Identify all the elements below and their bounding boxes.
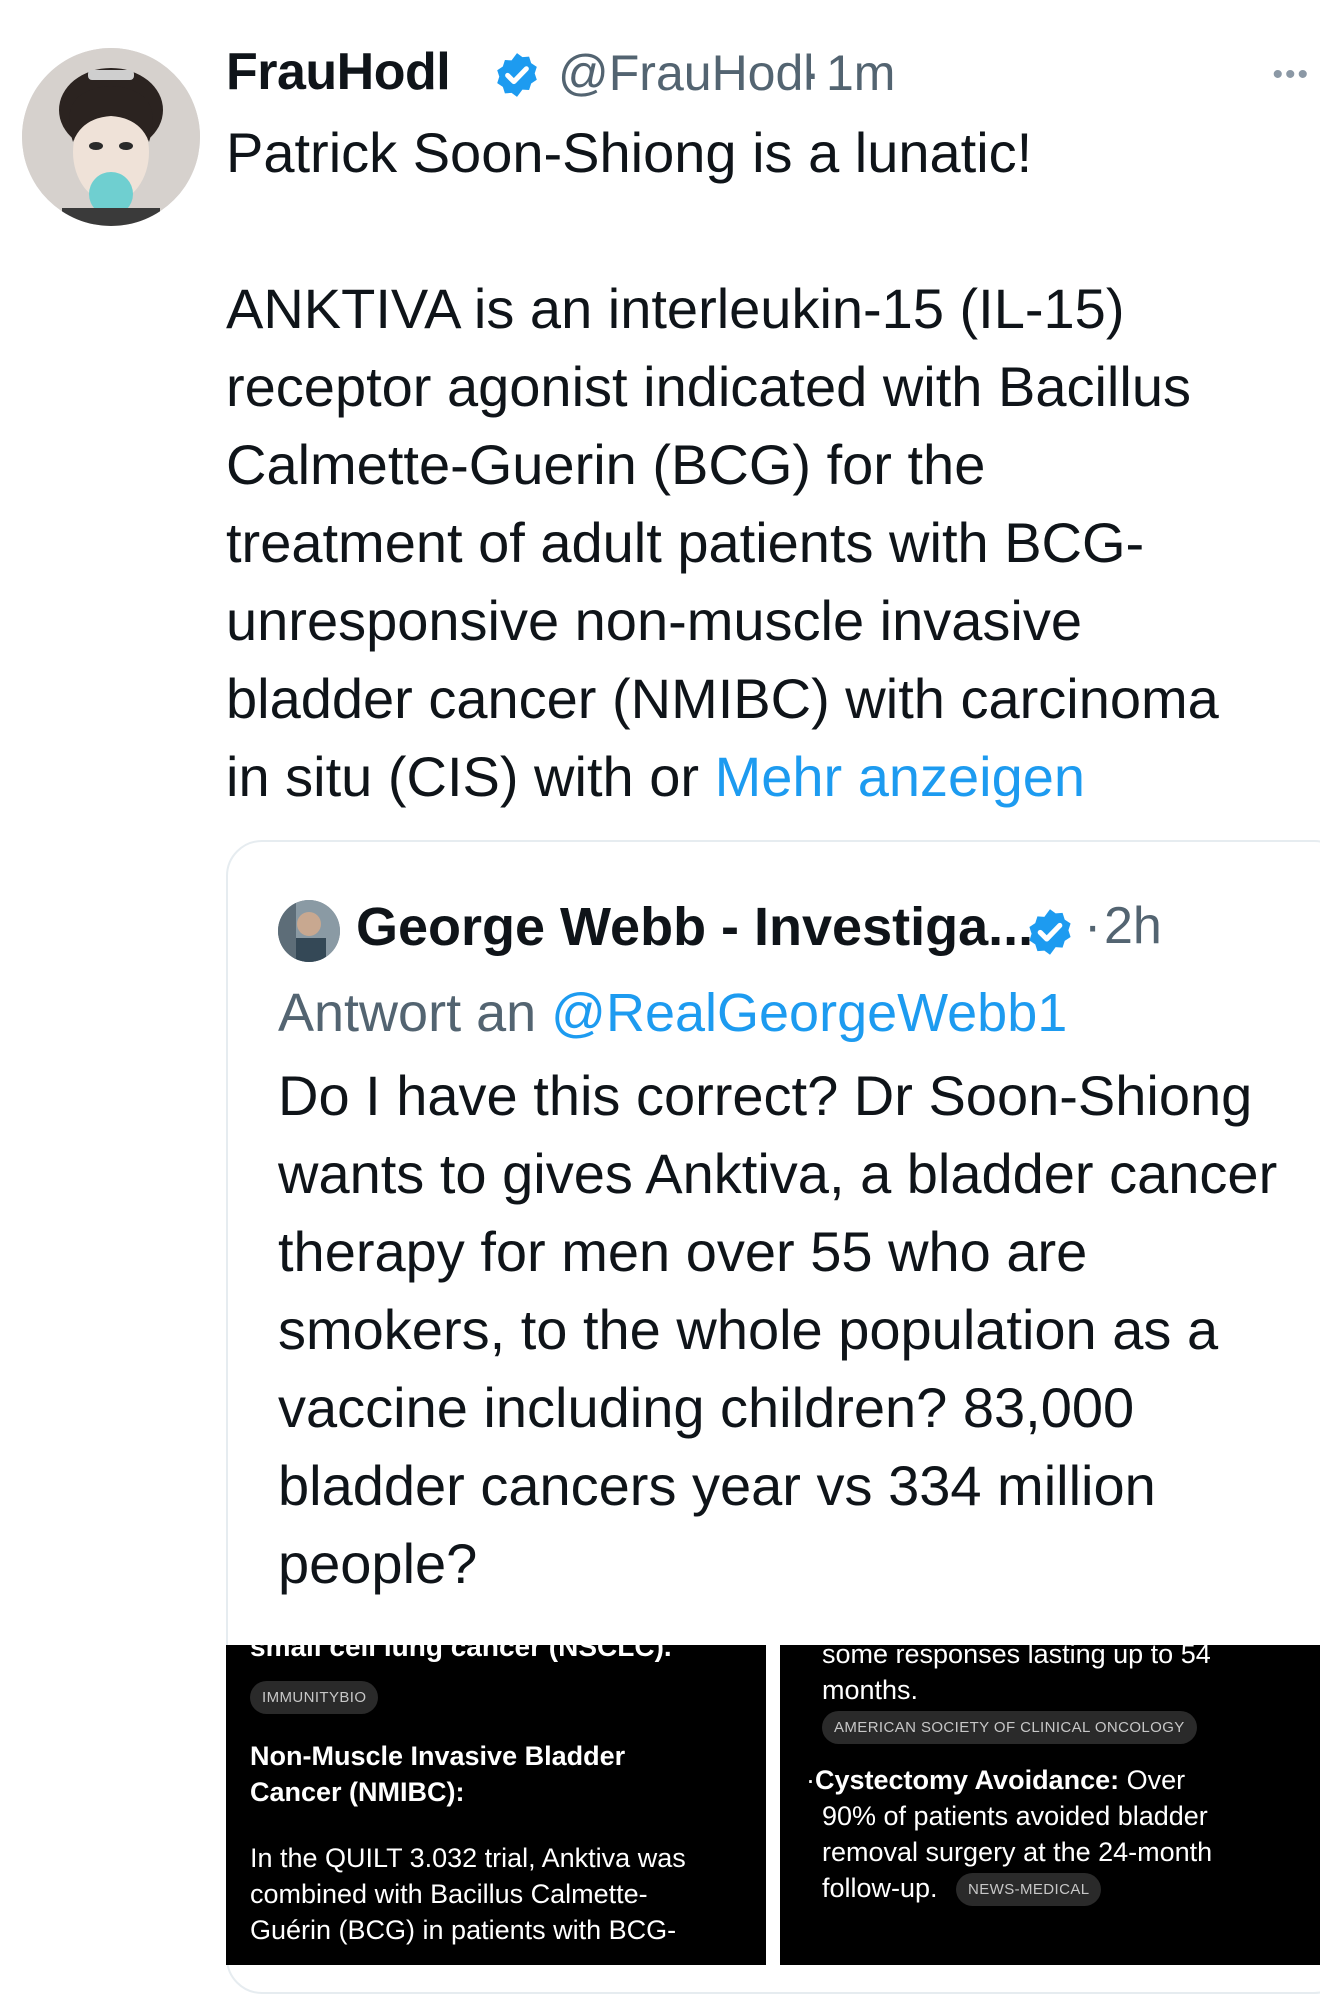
source-tag-asco: AMERICAN SOCIETY OF CLINICAL ONCOLOGY: [822, 1711, 1197, 1744]
cut-off-text: some responses lasting up to 54: [822, 1645, 1211, 1669]
separator-dot: ·: [804, 45, 821, 101]
cut-off-text: small cell lung cancer (NSCLC).: [250, 1645, 672, 1662]
author-name[interactable]: FrauHodl: [226, 42, 451, 102]
more-options-icon[interactable]: •••: [1272, 58, 1310, 92]
bullet-rest: Over: [1119, 1765, 1186, 1795]
quoted-avatar-image: [278, 900, 340, 962]
source-tag-immunitybio: IMMUNITYBIO: [250, 1681, 379, 1714]
body-text-line1: In the QUILT 3.032 trial, Anktiva was: [250, 1843, 686, 1873]
body-text-line: months.: [822, 1675, 919, 1705]
reply-context: Antwort an @RealGeorgeWebb1: [278, 982, 1067, 1044]
quoted-author-name[interactable]: George Webb - Investiga...: [356, 896, 1033, 958]
attached-screenshot-right[interactable]: some responses lasting up to 54 months. …: [780, 1645, 1320, 1965]
body-text-line: follow-up.: [822, 1873, 938, 1903]
bullet-text: ·Cystectomy Avoidance: Over: [806, 1765, 1185, 1796]
quoted-verified-badge-icon: [1029, 909, 1071, 955]
verified-badge-icon[interactable]: [492, 50, 542, 100]
author-handle[interactable]: @FrauHodl: [558, 44, 814, 102]
avatar-portrait: [22, 48, 200, 226]
tweet-header: FrauHodl @FrauHodl · 1m •••: [226, 38, 1320, 108]
body-text-line: 90% of patients avoided bladder: [822, 1801, 1208, 1831]
show-more-link[interactable]: Mehr anzeigen: [715, 745, 1085, 808]
quoted-author-avatar[interactable]: [278, 900, 340, 962]
tweet-body: Patrick Soon-Shiong is a lunatic! ANKTIV…: [226, 121, 1219, 808]
author-avatar[interactable]: [22, 48, 200, 226]
body-text-line: removal surgery at the 24-month: [822, 1837, 1213, 1867]
attached-screenshot-left[interactable]: small cell lung cancer (NSCLC). IMMUNITY…: [226, 1645, 766, 1965]
bullet-dot: ·: [806, 1765, 815, 1795]
body-text-line3: Guérin (BCG) in patients with BCG-: [250, 1915, 677, 1945]
quoted-separator-dot: ·: [1084, 897, 1102, 955]
reply-mention-link[interactable]: @RealGeorgeWebb1: [551, 983, 1067, 1043]
body-text-line2: combined with Bacillus Calmette-: [250, 1879, 648, 1909]
reply-prefix: Antwort an: [278, 983, 552, 1043]
source-tag-news-medical: NEWS-MEDICAL: [956, 1873, 1102, 1906]
bullet-label: Cystectomy Avoidance:: [815, 1765, 1120, 1795]
tweet-time[interactable]: 1m: [826, 44, 895, 102]
quoted-tweet-time[interactable]: 2h: [1104, 896, 1162, 956]
quoted-tweet-text: Do I have this correct? Dr Soon-Shiong w…: [278, 1064, 1278, 1595]
section-heading-line2: Cancer (NMIBC):: [250, 1777, 465, 1807]
section-heading-line1: Non-Muscle Invasive Bladder: [250, 1741, 626, 1771]
tweet-text: Patrick Soon-Shiong is a lunatic! ANKTIV…: [226, 114, 1316, 816]
